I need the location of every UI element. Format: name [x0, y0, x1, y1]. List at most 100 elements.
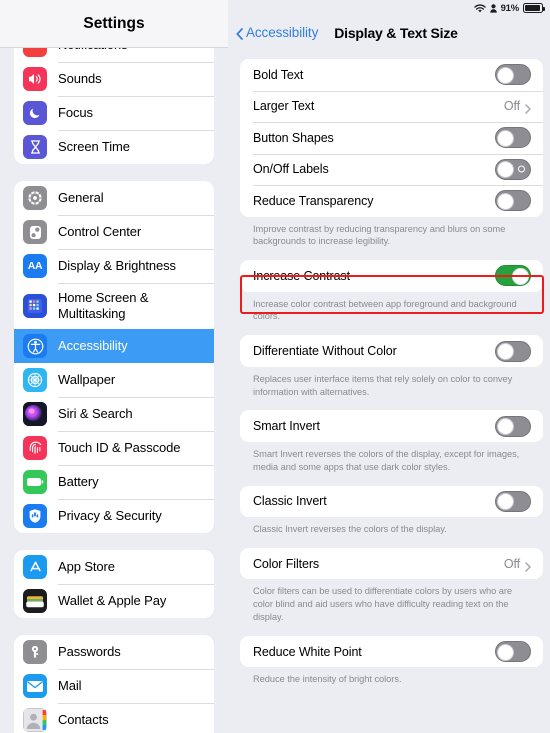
sidebar-item-label: Display & Brightness — [58, 258, 176, 274]
sidebar-group-1: General Control Center AA Display & Brightn… — [14, 181, 214, 533]
sidebar-item-label: Screen Time — [58, 139, 130, 155]
settings-card-2: Differentiate Without Color — [240, 335, 543, 367]
settings-footnote: Smart Invert reverses the colors of the … — [253, 448, 520, 472]
toggle-increase-contrast[interactable] — [495, 265, 531, 287]
settings-row-larger-text[interactable]: Larger Text Off — [240, 90, 543, 122]
toggle-button-shapes[interactable] — [495, 127, 531, 149]
settings-row-control — [495, 340, 531, 362]
sidebar-item-label: Contacts — [58, 712, 109, 728]
sounds-icon — [23, 67, 47, 91]
settings-row-reduce-white-point[interactable]: Reduce White Point — [240, 635, 543, 668]
toggle-reduce-transparency[interactable] — [495, 190, 531, 212]
settings-row-smart-invert[interactable]: Smart Invert — [240, 410, 543, 442]
sidebar-item-label: Battery — [58, 474, 99, 490]
accessibility-icon — [23, 334, 47, 358]
settings-row-label: Smart Invert — [253, 419, 320, 434]
toggle-on-off-labels[interactable] — [495, 158, 531, 180]
settings-footnote: Replaces user interface items that rely … — [253, 373, 513, 397]
sidebar-item-mail[interactable]: Mail — [14, 669, 214, 703]
ipad-settings-screen: 91% NotificationsSoundsFocusScreen TimeG… — [0, 0, 550, 733]
sidebar-item-accessibility[interactable]: Accessibility — [14, 329, 214, 363]
sidebar-item-wallet-apple-pay[interactable]: Wallet & Apple Pay — [14, 584, 214, 618]
settings-row-label: Larger Text — [253, 99, 315, 114]
sidebar-item-privacy-security[interactable]: Privacy & Security — [14, 499, 214, 533]
battery-percent-label: 91% — [500, 2, 520, 14]
toggle-smart-invert[interactable] — [495, 415, 531, 437]
sidebar-item-focus[interactable]: Focus — [14, 96, 214, 130]
settings-list[interactable]: Bold Text Larger Text Off Button Shapes On/O… — [228, 49, 550, 733]
toggle-classic-invert[interactable] — [495, 490, 531, 512]
sidebar-item-passwords[interactable]: Passwords — [14, 635, 214, 669]
settings-row-increase-contrast[interactable]: Increase Contrast — [240, 260, 543, 292]
wifi-icon — [473, 3, 486, 13]
sidebar-scroll-area[interactable]: NotificationsSoundsFocusScreen TimeGener… — [0, 0, 228, 733]
settings-row-control — [495, 265, 531, 287]
settings-row-value: Off — [503, 556, 520, 571]
toggle-bold-text[interactable] — [495, 64, 531, 86]
settings-footnote: Improve contrast by reducing transparenc… — [253, 223, 506, 247]
wallpaper-icon — [23, 368, 47, 392]
toggle-reduce-white-point[interactable] — [495, 641, 531, 663]
toggle-knob — [497, 643, 515, 661]
sidebar-item-app-store[interactable]: App Store — [14, 550, 214, 584]
sidebar-item-label: Siri & Search — [58, 406, 133, 422]
settings-row-classic-invert[interactable]: Classic Invert — [240, 485, 543, 518]
sidebar-item-siri-search[interactable]: Siri & Search — [14, 397, 214, 431]
sidebar-item-wallpaper[interactable]: Wallpaper — [14, 363, 214, 397]
settings-row-control — [495, 190, 531, 212]
detail-panel-title: Display & Text Size — [334, 24, 458, 41]
sidebar-item-control-center[interactable]: Control Center — [14, 215, 214, 249]
battery-settings-icon — [23, 470, 47, 494]
sidebar-item-contacts[interactable]: Contacts — [14, 703, 214, 733]
settings-row-label: Differentiate Without Color — [253, 344, 397, 359]
navigation-bar: Accessibility Display & Text Size — [228, 16, 550, 49]
toggle-differentiate-without-color[interactable] — [495, 340, 531, 362]
passwords-icon — [23, 640, 47, 664]
settings-row-color-filters[interactable]: Color Filters Off — [240, 547, 543, 580]
settings-row-differentiate-without-color[interactable]: Differentiate Without Color — [240, 335, 543, 367]
sidebar-item-home-screen-multitasking[interactable]: Home Screen & Multitasking — [14, 283, 214, 329]
sidebar-item-touch-id-passcode[interactable]: Touch ID & Passcode — [14, 431, 214, 465]
settings-row-control: Off — [504, 99, 531, 114]
toggle-knob — [497, 66, 515, 84]
toggle-knob — [511, 267, 529, 285]
back-button[interactable]: Accessibility — [236, 25, 318, 40]
toggle-knob — [497, 418, 515, 436]
sidebar-header: Settings — [0, 0, 228, 48]
settings-row-control — [495, 127, 531, 149]
settings-sidebar[interactable]: NotificationsSoundsFocusScreen TimeGener… — [0, 0, 228, 733]
settings-row-control — [495, 64, 531, 86]
sidebar-item-label: Home Screen & Multitasking — [58, 290, 149, 321]
settings-row-on-off-labels[interactable]: On/Off Labels — [240, 153, 543, 185]
sidebar-item-battery[interactable]: Battery — [14, 465, 214, 499]
sidebar-item-screen-time[interactable]: Screen Time — [14, 130, 214, 164]
settings-row-label: Button Shapes — [253, 130, 334, 145]
settings-row-reduce-transparency[interactable]: Reduce Transparency — [240, 185, 543, 217]
settings-footnote: Color filters can be used to differentia… — [253, 586, 513, 623]
sidebar-item-label: App Store — [58, 559, 115, 575]
sidebar-item-general[interactable]: General — [14, 181, 214, 215]
settings-row-bold-text[interactable]: Bold Text — [240, 59, 543, 91]
privacy-icon — [23, 504, 47, 528]
sidebar-item-display-brightness[interactable]: AA Display & Brightness — [14, 249, 214, 283]
toggle-knob — [497, 493, 515, 511]
settings-row-control: Off — [503, 556, 531, 572]
settings-row-button-shapes[interactable]: Button Shapes — [240, 122, 543, 154]
sidebar-item-label: Control Center — [58, 224, 142, 240]
sidebar-item-label: Focus — [58, 105, 93, 121]
settings-card-5: Color Filters Off — [240, 547, 543, 580]
settings-footnote: Increase color contrast between app fore… — [253, 298, 517, 322]
sidebar-item-sounds[interactable]: Sounds — [14, 62, 214, 96]
settings-card-4: Classic Invert — [240, 485, 543, 518]
settings-row-label: Reduce White Point — [253, 644, 362, 659]
app-store-icon — [23, 555, 47, 579]
sidebar-group-3: PasswordsMailContactsCalendar — [14, 635, 214, 733]
toggle-knob — [497, 129, 515, 147]
status-bar: 91% — [235, 0, 550, 16]
wallet-icon — [23, 589, 47, 613]
